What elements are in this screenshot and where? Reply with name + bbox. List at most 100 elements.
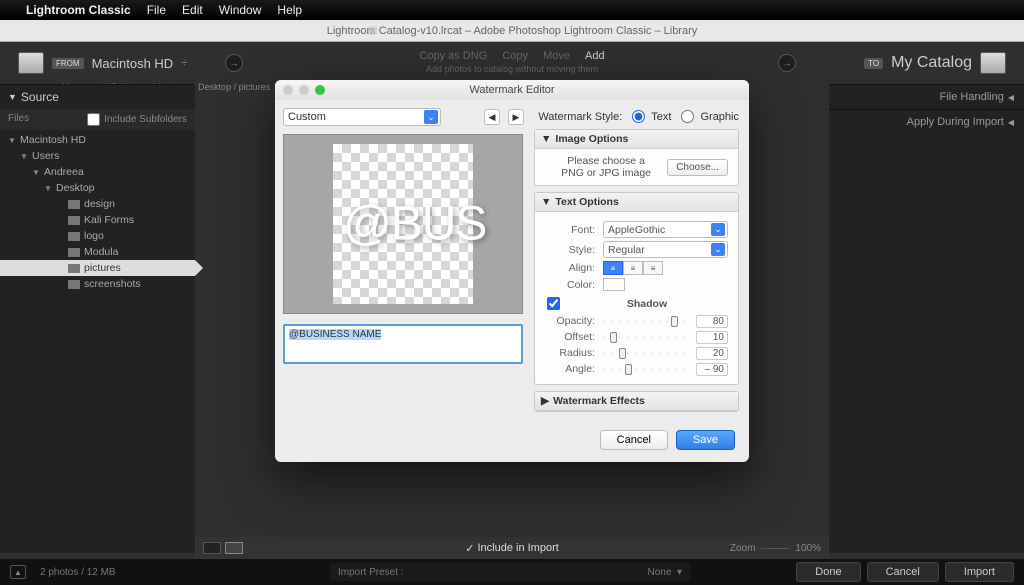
align-right-button[interactable]: ≡ — [643, 261, 663, 275]
right-panel: File Handling◀ Apply During Import◀ — [829, 84, 1024, 553]
shadow-checkbox[interactable] — [547, 297, 560, 310]
dialog-title: Watermark Editor — [469, 84, 554, 96]
view-mode-loupe-icon[interactable] — [225, 542, 243, 554]
offset-slider[interactable] — [603, 330, 690, 344]
align-center-button[interactable]: ≡ — [623, 261, 643, 275]
import-button[interactable]: Import — [945, 562, 1014, 582]
dest-name: My Catalog — [891, 54, 972, 72]
folder-icon — [68, 216, 80, 225]
tree-item-label: Desktop — [56, 182, 95, 194]
style-graphic-radio[interactable] — [681, 110, 694, 123]
chevron-icon: ▼ — [20, 152, 28, 161]
font-style-select[interactable]: Regular⌄ — [603, 241, 728, 258]
dialog-titlebar: Watermark Editor — [275, 80, 749, 100]
window-title-bar: ▣ Lightroom Catalog-v10.lrcat – Adobe Ph… — [0, 20, 1024, 42]
font-select[interactable]: AppleGothic⌄ — [603, 221, 728, 238]
angle-slider[interactable] — [603, 362, 690, 376]
file-handling-panel[interactable]: File Handling◀ — [829, 84, 1024, 109]
cancel-button[interactable]: Cancel — [867, 562, 939, 582]
files-row: Files Include Subfolders — [0, 109, 195, 130]
zoom-label: Zoom — [730, 543, 756, 554]
prev-button[interactable]: ◀ — [484, 109, 500, 125]
tree-item-andreea[interactable]: ▼Andreea — [0, 164, 195, 180]
disk-icon — [980, 52, 1006, 74]
angle-value[interactable]: – 90 — [696, 363, 728, 376]
folder-tree: ▼Macintosh HD▼Users▼Andreea▼Desktopdesig… — [0, 130, 195, 294]
source-header[interactable]: ▼Source — [0, 84, 195, 109]
mode-move[interactable]: Move — [543, 50, 570, 62]
mode-copy[interactable]: Copy — [502, 50, 528, 62]
bottom-bar: ▲ 2 photos / 12 MB Import Preset : None … — [0, 559, 1024, 585]
image-options-section: ▼Image Options Please choose a PNG or JP… — [534, 129, 739, 186]
next-button[interactable]: ▶ — [508, 109, 524, 125]
view-mode-grid-icon[interactable] — [203, 542, 221, 554]
dest-nav-button[interactable]: → — [778, 54, 796, 72]
source-box[interactable]: FROM Macintosh HD ÷ → — [18, 52, 243, 74]
chevron-icon: ▼ — [32, 168, 40, 177]
menu-edit[interactable]: Edit — [182, 3, 203, 17]
tree-item-label: design — [84, 198, 115, 210]
apply-during-import-panel[interactable]: Apply During Import◀ — [829, 109, 1024, 134]
image-options-header[interactable]: ▼Image Options — [535, 130, 738, 149]
watermark-preview-text: @BUS — [343, 197, 486, 252]
import-preset-dropdown[interactable]: Import Preset : None ▾ — [330, 563, 690, 581]
tree-item-users[interactable]: ▼Users — [0, 148, 195, 164]
watermark-text-input[interactable]: @BUSINESS NAME — [283, 324, 523, 364]
opacity-slider[interactable] — [603, 314, 690, 328]
disclosure-button[interactable]: ▲ — [10, 565, 26, 579]
grid-footer: ✓ Include in Import Zoom 100% — [195, 537, 829, 559]
chevron-icon: ▼ — [44, 184, 52, 193]
source-chevron-icon[interactable]: ÷ — [181, 57, 187, 69]
tree-item-logo[interactable]: logo — [0, 228, 195, 244]
choose-image-button[interactable]: Choose... — [667, 159, 728, 176]
watermark-effects-section: ▶Watermark Effects — [534, 391, 739, 412]
tree-item-macintosh-hd[interactable]: ▼Macintosh HD — [0, 132, 195, 148]
tree-item-modula[interactable]: Modula — [0, 244, 195, 260]
traffic-min-icon[interactable] — [299, 85, 309, 95]
tree-item-kali-forms[interactable]: Kali Forms — [0, 212, 195, 228]
to-badge: TO — [864, 58, 883, 69]
tree-item-pictures[interactable]: pictures — [0, 260, 195, 276]
zoom-slider[interactable] — [761, 548, 789, 549]
style-text-radio[interactable] — [632, 110, 645, 123]
align-left-button[interactable]: ≡ — [603, 261, 623, 275]
folder-icon — [68, 248, 80, 257]
include-subfolders-checkbox[interactable]: Include Subfolders — [87, 113, 187, 126]
folder-icon — [68, 200, 80, 209]
source-nav-button[interactable]: → — [225, 54, 243, 72]
mode-copydng[interactable]: Copy as DNG — [419, 50, 487, 62]
opacity-value[interactable]: 80 — [696, 315, 728, 328]
menu-help[interactable]: Help — [277, 3, 302, 17]
zoom-value: 100% — [795, 543, 821, 554]
menu-file[interactable]: File — [147, 3, 166, 17]
modal-cancel-button[interactable]: Cancel — [600, 430, 668, 450]
done-button[interactable]: Done — [796, 562, 860, 582]
color-picker[interactable] — [603, 278, 625, 291]
files-label: Files — [8, 113, 29, 126]
watermark-style-row: Watermark Style: Text Graphic — [534, 110, 739, 123]
offset-value[interactable]: 10 — [696, 331, 728, 344]
watermark-editor-dialog: Watermark Editor Custom⌄ ◀ ▶ @BUS @BUSIN… — [275, 80, 749, 462]
status-info: 2 photos / 12 MB — [40, 567, 116, 578]
radius-value[interactable]: 20 — [696, 347, 728, 360]
tree-item-design[interactable]: design — [0, 196, 195, 212]
text-options-header[interactable]: ▼Text Options — [535, 193, 738, 212]
tree-item-screenshots[interactable]: screenshots — [0, 276, 195, 292]
watermark-preview: @BUS — [283, 134, 523, 314]
modal-save-button[interactable]: Save — [676, 430, 735, 450]
mode-add[interactable]: Add — [585, 50, 605, 62]
app-name[interactable]: Lightroom Classic — [26, 3, 131, 17]
menu-window[interactable]: Window — [219, 3, 262, 17]
watermark-effects-header[interactable]: ▶Watermark Effects — [535, 392, 738, 411]
tree-item-label: screenshots — [84, 278, 141, 290]
traffic-close-icon[interactable] — [283, 85, 293, 95]
tree-item-desktop[interactable]: ▼ Desktop — [0, 180, 195, 196]
watermark-preset-dropdown[interactable]: Custom⌄ — [283, 108, 441, 126]
traffic-zoom-icon[interactable] — [315, 85, 325, 95]
destination-box[interactable]: → TO My Catalog — [778, 52, 1006, 74]
folder-icon — [68, 264, 80, 273]
radius-slider[interactable] — [603, 346, 690, 360]
include-in-import-label[interactable]: Include in Import — [477, 542, 558, 554]
source-name: Macintosh HD — [92, 56, 174, 71]
tree-item-label: Macintosh HD — [20, 134, 86, 146]
